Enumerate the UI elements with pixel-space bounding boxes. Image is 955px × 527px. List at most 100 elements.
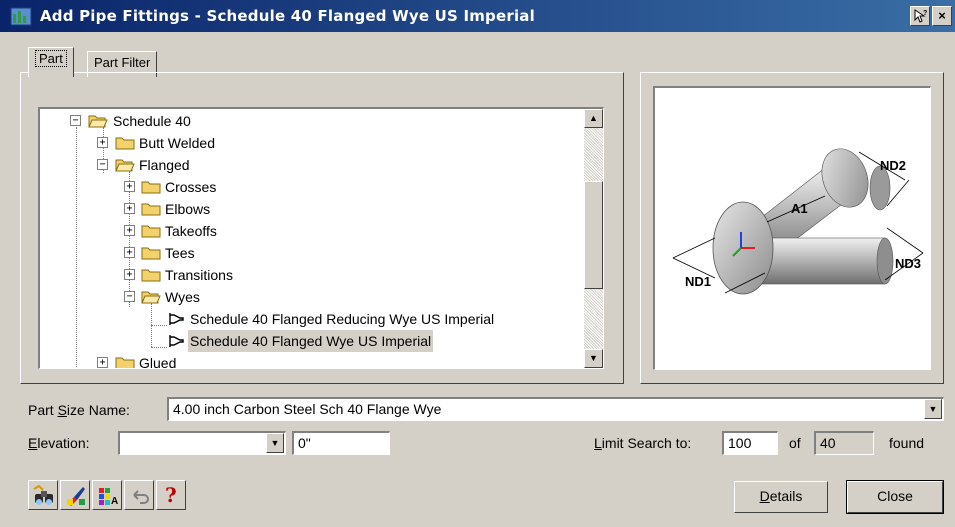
tree-item-schedule-40[interactable]: − Schedule 40 xyxy=(40,110,580,132)
tree-item-label: Elbows xyxy=(165,201,211,217)
tree-item-label: Wyes xyxy=(165,289,200,305)
collapse-toggle[interactable]: − xyxy=(97,159,108,170)
dim-label-nd1: ND1 xyxy=(685,274,711,289)
elevation-select[interactable] xyxy=(118,431,286,455)
part-size-dropdown-button[interactable]: ▼ xyxy=(924,399,942,419)
folder-open-icon xyxy=(88,115,108,128)
match-properties-button[interactable] xyxy=(60,480,90,510)
tree-item-flanged[interactable]: − Flanged xyxy=(40,154,580,176)
folder-icon xyxy=(141,269,161,282)
label-text: ize Name: xyxy=(66,402,130,418)
folder-icon xyxy=(115,137,135,150)
window-title: Add Pipe Fittings - Schedule 40 Flanged … xyxy=(40,7,535,25)
part-preview: ND1 ND2 ND3 A1 xyxy=(653,86,931,370)
elevation-label: Elevation: xyxy=(28,434,90,452)
tree-item-label: Crosses xyxy=(165,179,217,195)
tab-part[interactable]: Part xyxy=(28,47,74,77)
dim-label-nd2: ND2 xyxy=(880,158,906,173)
scroll-down-button[interactable]: ▼ xyxy=(584,349,603,368)
help-button[interactable]: ? xyxy=(156,480,186,510)
tree-item-label: Takeoffs xyxy=(165,223,217,239)
label-accelerator: E xyxy=(28,435,38,451)
details-button[interactable]: Details xyxy=(734,481,828,513)
scroll-thumb[interactable] xyxy=(584,181,603,289)
help-pointer-icon: ? xyxy=(914,9,927,23)
collapse-toggle[interactable]: − xyxy=(124,291,135,302)
folder-icon xyxy=(115,357,135,368)
tree-scrollbar[interactable]: ▲ ▼ xyxy=(584,109,603,368)
folder-icon xyxy=(141,203,161,216)
scroll-up-button[interactable]: ▲ xyxy=(584,109,603,128)
tree-item-glued[interactable]: + Glued xyxy=(40,352,580,369)
tab-part-filter-label: Part Filter xyxy=(94,55,151,70)
collapse-toggle[interactable]: − xyxy=(70,115,81,126)
tab-part-label: Part xyxy=(35,50,67,67)
part-size-name-select[interactable]: 4.00 inch Carbon Steel Sch 40 Flange Wye xyxy=(167,397,944,421)
expand-toggle[interactable]: + xyxy=(97,357,108,368)
undo-button[interactable] xyxy=(124,480,154,510)
folder-icon xyxy=(141,225,161,238)
tree-item-part-reducing-wye[interactable]: Schedule 40 Flanged Reducing Wye US Impe… xyxy=(40,308,580,330)
button-label: etails xyxy=(769,488,803,504)
limit-search-value: 100 xyxy=(728,435,752,451)
catalog-browse-button[interactable] xyxy=(28,480,58,510)
tree-item-label: Glued xyxy=(139,355,177,369)
close-icon: × xyxy=(938,8,946,23)
part-size-name-value: 4.00 inch Carbon Steel Sch 40 Flange Wye xyxy=(173,401,442,417)
app-icon xyxy=(10,7,32,26)
expand-toggle[interactable]: + xyxy=(124,269,135,280)
folder-icon xyxy=(141,181,161,194)
svg-text:A: A xyxy=(111,496,118,507)
paintbrush-icon xyxy=(67,487,85,506)
found-label: found xyxy=(889,435,925,451)
elevation-offset-input[interactable]: 0" xyxy=(292,431,390,455)
folder-open-icon xyxy=(141,291,161,304)
expand-toggle[interactable]: + xyxy=(124,225,135,236)
close-window-button[interactable]: × xyxy=(932,6,952,26)
label-accelerator: L xyxy=(594,435,602,451)
label-text: Part xyxy=(28,402,58,418)
limit-search-label: Limit Search to: xyxy=(594,434,691,452)
of-label: of xyxy=(789,435,801,451)
expand-toggle[interactable]: + xyxy=(124,181,135,192)
part-size-name-label: Part Size Name: xyxy=(28,401,130,419)
tree-item-part-wye[interactable]: Schedule 40 Flanged Wye US Imperial xyxy=(40,330,580,352)
part-icon xyxy=(169,313,184,325)
expand-toggle[interactable]: + xyxy=(124,247,135,258)
tree-item-label: Butt Welded xyxy=(139,135,216,151)
help-icon: ? xyxy=(165,483,177,507)
tree-item-takeoffs[interactable]: + Takeoffs xyxy=(40,220,580,242)
part-icon xyxy=(169,335,184,347)
limit-search-input[interactable]: 100 xyxy=(722,431,778,455)
part-tree[interactable]: − Schedule 40 + Butt Welded − Flanged + … xyxy=(38,107,604,369)
tree-item-crosses[interactable]: + Crosses xyxy=(40,176,580,198)
label-accelerator: S xyxy=(57,402,67,418)
elevation-offset-value: 0" xyxy=(298,435,311,451)
title-bar: Add Pipe Fittings - Schedule 40 Flanged … xyxy=(0,0,955,32)
folder-icon xyxy=(141,247,161,260)
folder-open-icon xyxy=(115,159,135,172)
tree-item-label: Tees xyxy=(165,245,195,261)
help-title-button[interactable]: ? xyxy=(910,6,930,26)
tree-item-tees[interactable]: + Tees xyxy=(40,242,580,264)
dim-label-nd3: ND3 xyxy=(895,256,921,271)
binoculars-icon xyxy=(33,485,53,505)
part-properties-button[interactable]: A xyxy=(92,480,122,510)
dim-label-a1: A1 xyxy=(791,201,808,216)
help-glyph: ? xyxy=(923,10,927,17)
tree-item-elbows[interactable]: + Elbows xyxy=(40,198,580,220)
close-button[interactable]: Close xyxy=(846,480,944,514)
tree-item-label: Schedule 40 Flanged Wye US Imperial xyxy=(188,330,434,352)
tree-item-butt-welded[interactable]: + Butt Welded xyxy=(40,132,580,154)
color-grid-icon: A xyxy=(99,488,118,507)
elevation-dropdown-button[interactable]: ▼ xyxy=(266,433,284,453)
tree-item-label: Schedule 40 Flanged Reducing Wye US Impe… xyxy=(190,311,495,327)
tree-item-wyes[interactable]: − Wyes xyxy=(40,286,580,308)
tree-item-transitions[interactable]: + Transitions xyxy=(40,264,580,286)
button-accelerator: D xyxy=(759,488,770,504)
found-count-value: 40 xyxy=(820,435,836,451)
label-text: imit Search to: xyxy=(601,435,692,451)
expand-toggle[interactable]: + xyxy=(97,137,108,148)
tree-item-label: Flanged xyxy=(139,157,190,173)
expand-toggle[interactable]: + xyxy=(124,203,135,214)
